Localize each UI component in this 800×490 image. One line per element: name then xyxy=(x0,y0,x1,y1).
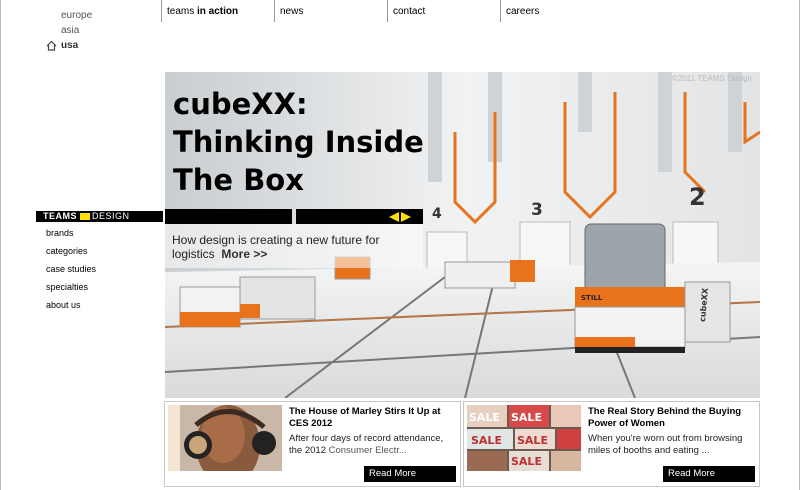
nav-teams-bold: in action xyxy=(197,6,239,17)
hero-copyright: ©2011 TEAMS Design xyxy=(672,74,752,83)
news-card-marley: The House of Marley Stirs It Up at CES 2… xyxy=(164,401,461,487)
nav-contact[interactable]: contact xyxy=(387,0,425,22)
news-title-women[interactable]: The Real Story Behind the Buying Power o… xyxy=(588,406,758,430)
sidebar-item-brands[interactable]: brands xyxy=(36,224,163,242)
bay-number-3: 3 xyxy=(531,200,543,220)
hero-description: How design is creating a new future for … xyxy=(172,233,412,261)
nav-careers[interactable]: careers xyxy=(500,0,539,22)
nav-teams-prefix: teams xyxy=(167,6,198,17)
news-thumbnail-women[interactable]: SALE SALE SALE SALE SALE xyxy=(467,405,581,471)
sidebar: TEAMS DESIGN brands categories case stud… xyxy=(36,211,163,314)
sidebar-item-specialties[interactable]: specialties xyxy=(36,278,163,296)
news-body-marley-more: Consumer Electr... xyxy=(328,445,407,456)
hero-title-line-1: cubeXX: xyxy=(173,87,308,121)
sale-signs-photo: SALE SALE SALE SALE SALE xyxy=(467,405,581,471)
nav-news[interactable]: news xyxy=(274,0,303,22)
hero-bar-left xyxy=(165,209,292,224)
sale-sign-text: SALE xyxy=(469,411,500,424)
sale-sign-text: SALE xyxy=(471,434,502,447)
slideshow-arrows xyxy=(389,212,411,222)
sidebar-item-case-studies[interactable]: case studies xyxy=(36,260,163,278)
hero-title: cubeXX: Thinking Inside The Box xyxy=(173,85,433,199)
bay-number-2: 2 xyxy=(689,183,706,211)
logo-teams-text: TEAMS xyxy=(43,211,77,221)
region-usa-label: usa xyxy=(61,40,79,51)
sidebar-logo: TEAMS DESIGN xyxy=(36,211,163,222)
home-icon xyxy=(46,40,57,51)
news-thumbnail-marley[interactable] xyxy=(168,405,282,471)
nav-teams-in-action[interactable]: teams in action xyxy=(161,0,238,22)
hero-description-text: How design is creating a new future for … xyxy=(172,233,380,261)
news-body-women: When you're worn out from browsing miles… xyxy=(588,433,743,456)
hero-title-line-3: The Box xyxy=(173,163,304,197)
news-card-women: SALE SALE SALE SALE SALE The Real Story … xyxy=(463,401,760,487)
news-body-marley: After four days of record attendance, th… xyxy=(289,433,459,457)
sale-sign-text: SALE xyxy=(517,434,548,447)
region-selector: europe asia usa xyxy=(46,8,92,53)
headphones-photo xyxy=(168,405,282,471)
hero-more-link[interactable]: More >> xyxy=(221,247,267,261)
hero-title-line-2: Thinking Inside xyxy=(173,125,424,159)
read-more-button-women[interactable]: Read More xyxy=(663,466,755,482)
page-left-border xyxy=(0,0,1,490)
sidebar-menu: brands categories case studies specialti… xyxy=(36,224,163,314)
region-europe[interactable]: europe xyxy=(46,8,92,23)
prev-arrow-icon[interactable] xyxy=(389,212,399,222)
top-navigation: teams in action news contact careers xyxy=(161,0,721,22)
sale-sign-text: SALE xyxy=(511,455,542,468)
sidebar-item-categories[interactable]: categories xyxy=(36,242,163,260)
region-usa[interactable]: usa xyxy=(46,38,92,53)
next-arrow-icon[interactable] xyxy=(401,212,411,222)
logo-design-text: DESIGN xyxy=(92,211,130,221)
vehicle-brand: STILL xyxy=(581,294,603,302)
news-title-marley[interactable]: The House of Marley Stirs It Up at CES 2… xyxy=(289,406,459,430)
logo-yellow-block xyxy=(80,213,90,220)
region-asia[interactable]: asia xyxy=(46,23,92,38)
read-more-button-marley[interactable]: Read More xyxy=(364,466,456,482)
sale-sign-text: SALE xyxy=(511,411,542,424)
hero-slideshow[interactable]: 4 3 2 STILL cubeXX ©2011 TEAMS Design cu… xyxy=(165,72,760,398)
bay-number-4: 4 xyxy=(432,206,442,222)
sidebar-item-about-us[interactable]: about us xyxy=(36,296,163,314)
